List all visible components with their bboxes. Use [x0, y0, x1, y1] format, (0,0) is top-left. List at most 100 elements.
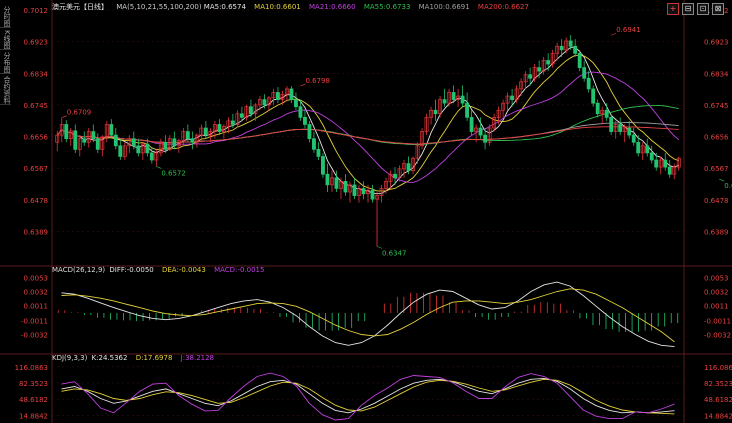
candle-body: [109, 124, 114, 136]
ma10-value: MA10:0.6601: [254, 3, 301, 11]
kdj-tick-label-left: 116.0863: [15, 364, 48, 372]
candle-body: [343, 180, 348, 193]
candle-body: [303, 117, 307, 125]
kdj-tick-label-right: 82.3523: [704, 380, 732, 388]
candle-body: [352, 184, 357, 196]
candle-body: [298, 106, 303, 118]
layout-two-button[interactable]: ⊡: [697, 3, 709, 15]
ma100-line: [56, 122, 679, 145]
macd-tick-label-left: -0.0032: [21, 332, 48, 340]
macd-dea-value: DEA:-0.0043: [161, 266, 206, 274]
candle-body: [559, 45, 564, 51]
candle-body: [239, 113, 244, 118]
y-tick-label-right: 0.6389: [704, 228, 729, 236]
annotation-pointer: [719, 178, 725, 182]
candle-body: [595, 102, 600, 115]
kdj-tick-label-right: 116.0863: [704, 364, 732, 372]
candle-body: [64, 124, 69, 140]
candle-body: [203, 127, 208, 136]
sidebar-tab-kline[interactable]: K线图: [0, 30, 11, 50]
candle-body: [667, 166, 672, 175]
macd-tick-label-right: -0.0032: [704, 332, 731, 340]
price-annotation: 0.6798: [305, 77, 330, 85]
candle-body: [546, 60, 551, 65]
candle-body: [163, 141, 168, 150]
kdj-tick-label-left: 14.8842: [19, 412, 48, 420]
candle-body: [537, 67, 542, 72]
candle-body: [172, 138, 177, 147]
candle-body: [645, 145, 650, 154]
candle-body: [510, 95, 515, 100]
y-tick-label-left: 0.6923: [24, 39, 49, 47]
macd-tick-label-left: -0.0011: [21, 317, 48, 325]
annotation-pointer: [376, 246, 383, 249]
add-button[interactable]: +: [667, 3, 679, 15]
y-tick-label-right: 0.6567: [704, 165, 729, 173]
kdj-tick-label-right: 14.8842: [704, 412, 732, 420]
candle-body: [528, 74, 533, 79]
macd-diff-line: [61, 281, 675, 348]
candle-body: [248, 106, 253, 115]
macd-dea-line: [61, 288, 675, 343]
sidebar-tab-contract-info[interactable]: 合约资料: [0, 76, 11, 105]
main-legend: 澳元美元【日线】 MA(5,10,21,55,100,200) MA5:0.65…: [52, 2, 535, 12]
candle-body: [586, 77, 591, 90]
ma55-value: MA55:0.6733: [363, 3, 411, 11]
macd-tick-label-left: 0.0011: [24, 303, 49, 311]
sidebar-tab-timeshare[interactable]: 分时图: [0, 6, 11, 28]
candle-body: [483, 134, 488, 143]
candle-body: [190, 138, 195, 143]
kdj-legend: KDJ(9,3,3) K:24.5362 D:17.6978 J:38.2128: [52, 354, 220, 362]
candle-body: [460, 95, 465, 104]
kdj-k-value: K:24.5362: [91, 354, 128, 362]
candle-body: [149, 152, 154, 161]
candle-body: [321, 156, 325, 175]
kdj-params-label: KDJ(9,3,3): [52, 354, 88, 362]
macd-hist-value: MACD:-0.0015: [214, 266, 265, 274]
candle-body: [95, 138, 100, 150]
macd-legend: MACD(26,12,9) DIFF:-0.0050 DEA:-0.0043 M…: [52, 266, 270, 274]
candle-body: [465, 102, 470, 118]
instrument-title: 澳元美元【日线】: [52, 3, 108, 11]
kdj-d-value: D:17.6978: [135, 354, 173, 362]
macd-tick-label-right: 0.0053: [704, 274, 729, 282]
macd-tick-label-left: 0.0053: [24, 274, 49, 282]
sidebar-tab-distribution[interactable]: 分布图: [0, 52, 11, 74]
kdj-tick-label-left: 82.3523: [19, 380, 48, 388]
macd-diff-value: DIFF:-0.0050: [109, 266, 154, 274]
y-tick-label-right: 0.6834: [704, 70, 729, 78]
price-annotation: 0.6709: [67, 109, 92, 117]
left-sidebar: 分时图 K线图 分布图 合约资料: [0, 6, 11, 107]
candle-body: [361, 188, 366, 195]
candle-body: [591, 88, 596, 104]
price-annotation: 0.6347: [382, 249, 407, 257]
ma200-value: MA200:0.6627: [477, 3, 529, 11]
candle-body: [631, 134, 636, 143]
layout-one-button[interactable]: ⊟: [682, 3, 694, 15]
candle-body: [582, 67, 587, 79]
y-tick-label-left: 0.6745: [24, 102, 49, 110]
macd-tick-label-left: 0.0032: [24, 288, 49, 296]
layout-three-button[interactable]: ⊠: [712, 3, 724, 15]
candle-body: [289, 88, 294, 100]
y-tick-label-right: 0.6478: [704, 197, 729, 205]
candle-body: [406, 163, 411, 172]
candle-body: [442, 99, 447, 104]
candle-body: [91, 131, 96, 140]
candle-body: [185, 131, 190, 140]
y-tick-label-right: 0.6923: [704, 39, 729, 47]
toolbar: + ⊟ ⊡ ⊠: [667, 3, 724, 15]
kdj-k-line: [61, 377, 675, 414]
candle-body: [568, 40, 573, 47]
candle-body: [113, 134, 118, 147]
candle-body: [654, 159, 659, 168]
macd-tick-label-right: -0.0011: [704, 317, 731, 325]
y-tick-label-left: 0.7012: [24, 7, 49, 15]
ma5-value: MA5:0.6574: [203, 3, 246, 11]
candle-body: [307, 124, 312, 140]
candle-body: [451, 92, 456, 100]
candle-body: [478, 127, 483, 136]
candle-body: [118, 145, 123, 157]
y-tick-label-right: 0.6745: [704, 102, 729, 110]
candle-body: [609, 117, 614, 132]
